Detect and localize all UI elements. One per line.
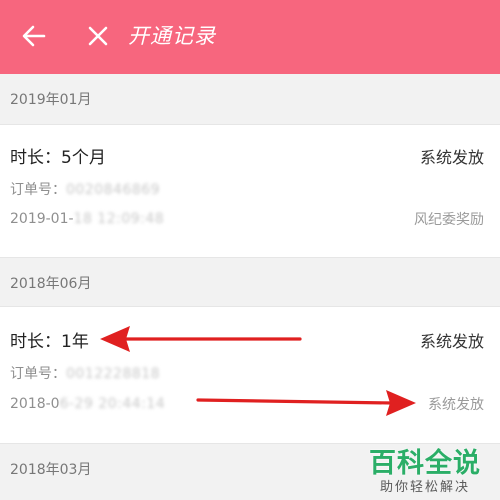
record-duration: 时长：5个月: [10, 143, 106, 168]
duration-value: 5个月: [61, 148, 106, 168]
record-duration: 时长：1年: [10, 327, 89, 352]
order-label: 订单号：: [10, 366, 66, 382]
arrow-left-icon: [22, 25, 46, 47]
record-order: 订单号：0012228818: [10, 363, 160, 383]
order-label: 订单号：: [10, 182, 66, 198]
close-icon: [88, 26, 108, 46]
page: 开通记录 2019年01月 时长：5个月 系统发放 订单号：0020846869…: [0, 0, 500, 500]
section-date-header: 2019年01月: [0, 78, 500, 122]
close-button[interactable]: [80, 18, 116, 54]
record-method: 系统发放: [419, 331, 484, 351]
timestamp-prefix: 2019-01-: [10, 211, 74, 227]
record-time-row: 2019-01-18 12:09:48 风纪委奖励: [10, 209, 484, 229]
record-duration-row: 时长：5个月 系统发放: [10, 143, 484, 169]
header-bar: 开通记录: [0, 0, 500, 74]
duration-label: 时长：: [10, 148, 61, 168]
watermark-sub-text: 助你轻松解决: [379, 480, 470, 495]
record-note: 风纪委奖励: [414, 212, 484, 228]
timestamp-blurred: 6-29 20:44:14: [59, 396, 166, 412]
duration-value: 1年: [61, 332, 89, 352]
section-date-header: 2018年06月: [0, 262, 500, 306]
record-time-row: 2018-06-29 20:44:14 系统发放: [10, 394, 484, 414]
record-card[interactable]: 时长：5个月 系统发放 订单号：0020846869 2019-01-18 12…: [0, 124, 500, 258]
order-number: 0012228818: [66, 366, 161, 382]
record-order-row: 订单号：0012228818: [10, 363, 484, 383]
timestamp-blurred: 18 12:09:48: [73, 211, 165, 227]
record-card[interactable]: 时长：1年 系统发放 订单号：0012228818 2018-06-29 20:…: [0, 306, 500, 444]
timestamp-prefix: 2018-0: [10, 396, 60, 412]
order-number: 0020846869: [66, 182, 161, 198]
duration-label: 时长：: [10, 332, 61, 352]
record-timestamp: 2018-06-29 20:44:14: [10, 396, 165, 412]
record-timestamp: 2019-01-18 12:09:48: [10, 211, 164, 227]
record-order-row: 订单号：0020846869: [10, 179, 484, 199]
record-duration-row: 时长：1年 系统发放: [10, 327, 484, 353]
watermark-main-text: 百科全说: [369, 448, 481, 479]
record-note: 系统发放: [428, 397, 484, 413]
back-button[interactable]: [16, 18, 52, 54]
watermark-logo: 百科全说 助你轻松解决: [356, 448, 494, 496]
record-method: 系统发放: [419, 147, 484, 167]
page-title: 开通记录: [128, 24, 216, 48]
record-order: 订单号：0020846869: [10, 179, 160, 199]
